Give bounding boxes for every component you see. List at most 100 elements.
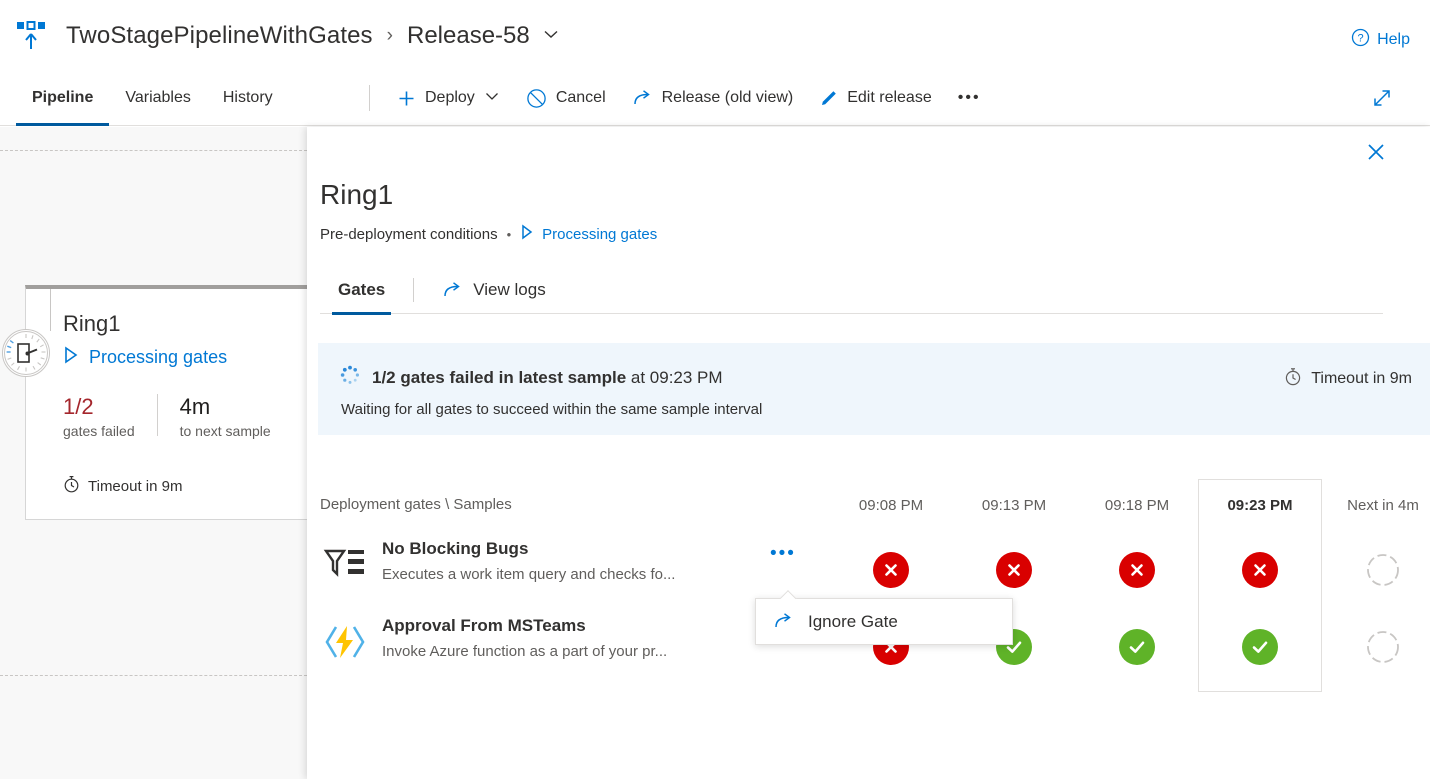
panel-subtitle: Pre-deployment conditions • Processing g… (320, 224, 657, 244)
metric-next-sample: 4m to next sample (180, 394, 271, 439)
app-header: TwoStagePipelineWithGates › Release-58 ?… (0, 0, 1430, 70)
panel-tabs: Gates View logs (320, 267, 1383, 315)
tab-gates[interactable]: Gates (320, 267, 403, 315)
status-fail-icon (1242, 551, 1278, 588)
breadcrumb-items: TwoStagePipelineWithGates › Release-58 (66, 22, 560, 50)
metric-gates-failed-value: 1/2 (63, 394, 94, 419)
gate-status-cell[interactable] (1198, 531, 1322, 608)
close-icon[interactable] (1360, 136, 1392, 168)
svg-text:?: ? (1358, 33, 1364, 45)
status-pass-icon (1119, 628, 1155, 665)
app-root: TwoStagePipelineWithGates › Release-58 ?… (0, 0, 1430, 779)
banner-rest-text: at 09:23 PM (626, 367, 723, 387)
processing-gates-link[interactable]: Processing gates (542, 226, 657, 243)
stage-card-title: Ring1 (63, 311, 121, 336)
column-header-3: 09:23 PM (1227, 496, 1293, 514)
stage-card-ring1[interactable]: Ring1 Processing gates 1/2 gates failed … (2, 285, 325, 520)
gate-name: Approval From MSTeams (382, 616, 586, 635)
stopwatch-icon (1284, 367, 1302, 391)
gates-panel: Ring1 Pre-deployment conditions • Proces… (307, 127, 1430, 779)
more-commands-button[interactable]: ••• (945, 70, 994, 126)
plus-icon (397, 89, 416, 108)
panel-tab-divider (413, 278, 415, 302)
canvas-divider-bottom (0, 675, 307, 676)
gate-status-cell[interactable] (952, 531, 1076, 608)
status-banner: 1/2 gates failed in latest sample at 09:… (318, 343, 1430, 435)
badge-connector (50, 289, 51, 331)
breadcrumb: TwoStagePipelineWithGates › Release-58 (16, 20, 560, 52)
banner-timeout-label: Timeout in 9m (1311, 370, 1412, 387)
stage-card-status[interactable]: Processing gates (63, 346, 227, 369)
gates-table-row-header: Deployment gates \ Samples (320, 496, 512, 513)
tab-variables[interactable]: Variables (109, 70, 207, 126)
banner-text: 1/2 gates failed in latest sample at 09:… (372, 368, 723, 388)
gate-status-cell[interactable] (1075, 531, 1199, 608)
chevron-down-icon[interactable] (484, 88, 500, 109)
metric-gates-failed-label: gates failed (63, 423, 135, 439)
pipeline-icon (16, 20, 46, 52)
deploy-button[interactable]: Deploy (384, 70, 513, 126)
tab-history[interactable]: History (207, 70, 289, 126)
play-triangle-icon (520, 224, 534, 244)
metric-divider (156, 394, 158, 436)
cancel-label: Cancel (555, 89, 606, 106)
tab-pipeline[interactable]: Pipeline (16, 70, 110, 126)
gate-status-cell[interactable] (829, 531, 953, 608)
azure-function-icon (323, 620, 367, 664)
release-old-view-label: Release (old view) (661, 89, 794, 106)
gate-status-cell[interactable] (1321, 608, 1430, 685)
status-pass-icon (1242, 628, 1278, 665)
column-header-4: Next in 4m (1347, 496, 1419, 514)
panel-subtitle-text: Pre-deployment conditions (320, 225, 498, 243)
view-logs-button[interactable]: View logs (424, 267, 563, 314)
work-item-query-icon (323, 543, 367, 587)
canvas-divider-top (0, 150, 307, 151)
banner-detail-text: Waiting for all gates to succeed within … (341, 401, 763, 418)
external-arrow-icon (773, 612, 794, 631)
tab-pipeline-label: Pipeline (32, 89, 94, 106)
table-row[interactable]: No Blocking Bugs Executes a work item qu… (318, 531, 1430, 608)
chevron-down-icon[interactable] (542, 25, 560, 48)
play-triangle-icon (63, 346, 79, 369)
banner-bold-text: 1/2 gates failed in latest sample (372, 367, 627, 387)
command-divider (369, 85, 370, 111)
column-header-2: 09:18 PM (1104, 496, 1170, 514)
gate-name: No Blocking Bugs (382, 539, 529, 558)
status-fail-icon (996, 551, 1032, 588)
nav-tabs: Pipeline Variables History (16, 70, 289, 126)
gate-barrier-icon (2, 329, 50, 377)
banner-timeout: Timeout in 9m (1284, 367, 1412, 391)
ignore-gate-menu-item[interactable]: Ignore Gate (756, 599, 1012, 644)
tab-history-label: History (222, 89, 273, 106)
pencil-icon (819, 89, 838, 108)
stopwatch-icon (63, 475, 80, 497)
help-button[interactable]: ? Help (1351, 28, 1410, 52)
gate-status-cell[interactable] (1198, 608, 1322, 685)
question-circle-icon: ? (1351, 28, 1370, 52)
gate-status-cell[interactable] (1075, 608, 1199, 685)
banner-primary-line: 1/2 gates failed in latest sample at 09:… (340, 365, 723, 390)
column-header-1: 09:13 PM (981, 496, 1047, 514)
column-header-0: 09:08 PM (858, 496, 924, 514)
status-fail-icon (873, 551, 909, 588)
breadcrumb-project[interactable]: TwoStagePipelineWithGates (66, 22, 373, 50)
deploy-label: Deploy (425, 89, 475, 106)
more-icon: ••• (957, 89, 981, 106)
breadcrumb-release[interactable]: Release-58 (407, 22, 530, 50)
status-pending-icon (1365, 552, 1401, 588)
view-logs-label: View logs (473, 280, 546, 299)
ignore-gate-callout: Ignore Gate (755, 598, 1013, 645)
gate-more-actions-button[interactable]: ••• (770, 544, 796, 563)
edit-release-button[interactable]: Edit release (806, 70, 945, 126)
block-icon (526, 88, 547, 109)
expand-diagonal-icon[interactable] (1368, 84, 1396, 112)
release-old-view-button[interactable]: Release (old view) (619, 70, 807, 126)
gate-description: Executes a work item query and checks fo… (382, 566, 676, 583)
status-fail-icon (1119, 551, 1155, 588)
gates-table-header: Deployment gates \ Samples 09:08 PM 09:1… (318, 479, 1430, 692)
loading-spinner-icon (340, 365, 360, 390)
cancel-button[interactable]: Cancel (513, 70, 619, 126)
gate-status-cell[interactable] (1321, 531, 1430, 608)
stage-card-timeout: Timeout in 9m (63, 475, 182, 497)
command-buttons: Deploy Cancel Release (old view) Edit re… (355, 70, 994, 126)
